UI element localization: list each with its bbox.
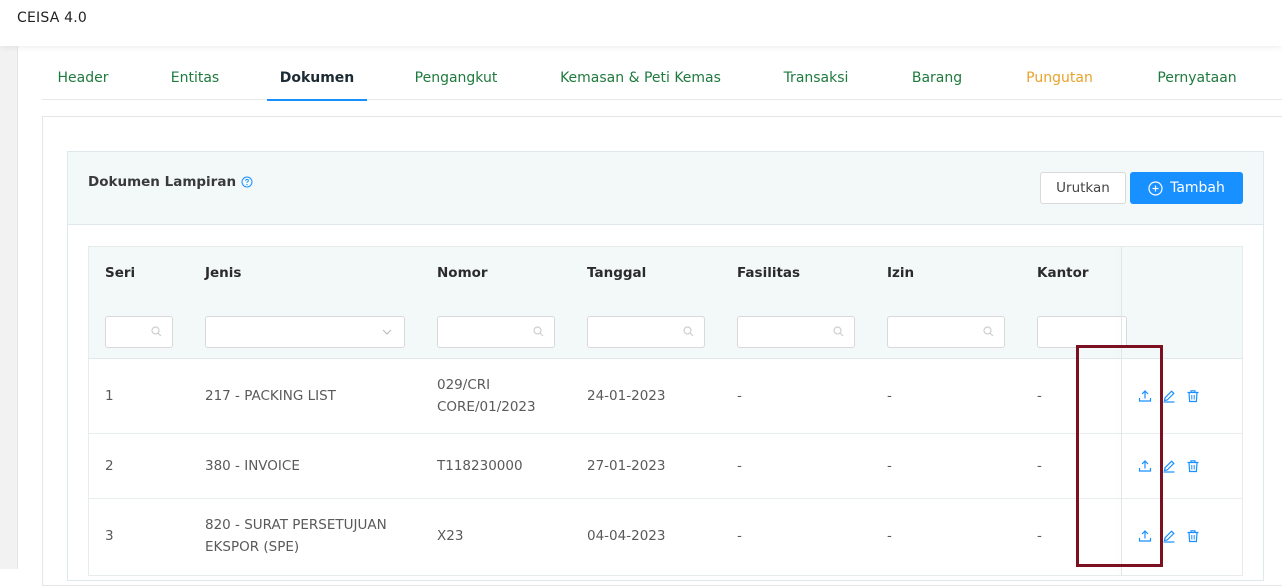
table-row: 2 380 - INVOICE T118230000 27-01-2023 - … bbox=[89, 434, 1242, 499]
documents-table: Seri Jenis Nomor Tanggal Fasilitas Izin … bbox=[88, 246, 1243, 576]
chevron-down-icon bbox=[382, 329, 392, 335]
cell-kantor: - bbox=[1037, 528, 1042, 544]
tab-entitas[interactable]: Entitas bbox=[155, 56, 235, 100]
cell-kantor: - bbox=[1037, 388, 1042, 404]
cell-izin: - bbox=[887, 528, 892, 544]
column-header-nomor[interactable]: Nomor bbox=[437, 265, 488, 281]
section-title: Dokumen Lampiran bbox=[88, 174, 237, 190]
table-row: 1 217 - PACKING LIST 029/CRI CORE/01/202… bbox=[89, 359, 1242, 434]
column-header-tanggal[interactable]: Tanggal bbox=[587, 265, 646, 281]
cell-fasilitas: - bbox=[737, 458, 742, 474]
search-icon bbox=[533, 326, 544, 337]
column-header-kantor[interactable]: Kantor bbox=[1037, 265, 1089, 281]
add-button-label: Tambah bbox=[1170, 180, 1225, 196]
tab-pengangkut[interactable]: Pengangkut bbox=[397, 56, 515, 100]
sort-button[interactable]: Urutkan bbox=[1040, 172, 1126, 204]
cell-kantor: - bbox=[1037, 458, 1042, 474]
trash-icon[interactable] bbox=[1186, 529, 1200, 543]
add-button[interactable]: Tambah bbox=[1130, 172, 1243, 204]
cell-tanggal: 27-01-2023 bbox=[587, 458, 666, 474]
cell-jenis: 380 - INVOICE bbox=[205, 458, 300, 474]
tab-barang[interactable]: Barang bbox=[897, 56, 977, 100]
tab-pernyataan[interactable]: Pernyataan bbox=[1145, 56, 1249, 100]
edit-icon[interactable] bbox=[1162, 389, 1176, 403]
cell-jenis: 217 - PACKING LIST bbox=[205, 388, 336, 404]
left-sidebar-strip bbox=[0, 46, 18, 569]
column-header-fasilitas[interactable]: Fasilitas bbox=[737, 265, 800, 281]
search-icon bbox=[683, 326, 694, 337]
tab-header[interactable]: Header bbox=[42, 56, 124, 100]
trash-icon[interactable] bbox=[1186, 389, 1200, 403]
tab-pungutan[interactable]: Pungutan bbox=[1012, 56, 1107, 100]
search-icon bbox=[151, 326, 162, 337]
filter-nomor-input[interactable] bbox=[437, 316, 555, 348]
column-header-jenis[interactable]: Jenis bbox=[205, 265, 241, 281]
cell-seri: 2 bbox=[105, 458, 114, 474]
cell-fasilitas: - bbox=[737, 388, 742, 404]
filter-izin-input[interactable] bbox=[887, 316, 1005, 348]
filter-jenis-select[interactable] bbox=[205, 316, 405, 348]
filter-fasilitas-input[interactable] bbox=[737, 316, 855, 348]
cell-seri: 1 bbox=[105, 388, 114, 404]
section-title-wrap: Dokumen Lampiran bbox=[88, 174, 253, 190]
cell-jenis: 820 - SURAT PERSETUJUAN EKSPOR (SPE) bbox=[205, 517, 387, 555]
action-column-divider bbox=[1121, 247, 1122, 575]
cell-nomor: 029/CRI CORE/01/2023 bbox=[437, 377, 536, 415]
section-header: Dokumen Lampiran Urutkan Tambah bbox=[68, 152, 1263, 225]
upload-icon[interactable] bbox=[1138, 529, 1152, 543]
tab-transaksi[interactable]: Transaksi bbox=[770, 56, 862, 100]
trash-icon[interactable] bbox=[1186, 459, 1200, 473]
cell-nomor: X23 bbox=[437, 528, 464, 544]
cell-seri: 3 bbox=[105, 528, 114, 544]
edit-icon[interactable] bbox=[1162, 459, 1176, 473]
column-header-izin[interactable]: Izin bbox=[887, 265, 914, 281]
tab-bar: Header Entitas Dokumen Pengangkut Kemasa… bbox=[42, 56, 1282, 101]
cell-izin: - bbox=[887, 388, 892, 404]
cell-izin: - bbox=[887, 458, 892, 474]
search-icon bbox=[983, 326, 994, 337]
cell-tanggal: 24-01-2023 bbox=[587, 388, 666, 404]
filter-tanggal-input[interactable] bbox=[587, 316, 705, 348]
upload-icon[interactable] bbox=[1138, 389, 1152, 403]
app-title: CEISA 4.0 bbox=[17, 10, 87, 26]
cell-tanggal: 04-04-2023 bbox=[587, 528, 666, 544]
column-header-seri[interactable]: Seri bbox=[105, 265, 135, 281]
help-circle-icon[interactable] bbox=[241, 176, 253, 188]
filter-seri-input[interactable] bbox=[105, 316, 173, 348]
table-row: 3 820 - SURAT PERSETUJUAN EKSPOR (SPE) X… bbox=[89, 499, 1242, 575]
edit-icon[interactable] bbox=[1162, 529, 1176, 543]
tab-dokumen[interactable]: Dokumen bbox=[267, 56, 367, 101]
search-icon bbox=[833, 326, 844, 337]
table-header: Seri Jenis Nomor Tanggal Fasilitas Izin … bbox=[89, 247, 1242, 359]
upload-icon[interactable] bbox=[1138, 459, 1152, 473]
tab-kemasan-peti-kemas[interactable]: Kemasan & Peti Kemas bbox=[552, 56, 729, 100]
top-bar: CEISA 4.0 bbox=[0, 0, 1282, 46]
cell-fasilitas: - bbox=[737, 528, 742, 544]
filter-kantor-input[interactable] bbox=[1037, 316, 1127, 348]
plus-circle-icon bbox=[1148, 180, 1163, 196]
cell-nomor: T118230000 bbox=[437, 458, 523, 474]
